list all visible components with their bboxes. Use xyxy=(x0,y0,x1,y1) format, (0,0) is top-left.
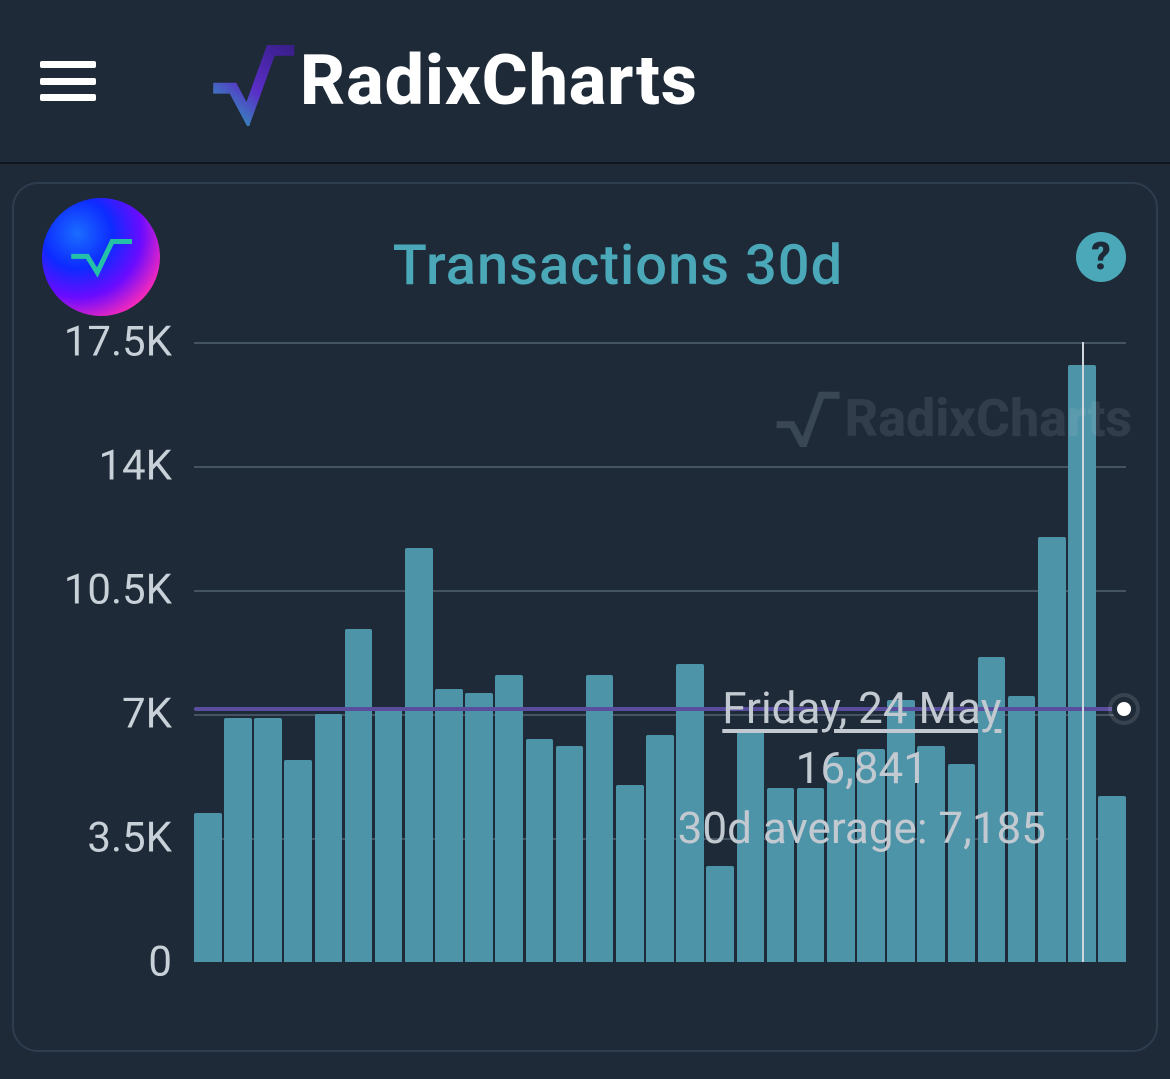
bar[interactable] xyxy=(706,866,734,962)
y-tick-label: 0 xyxy=(148,938,172,987)
bar[interactable] xyxy=(284,760,312,962)
bar[interactable] xyxy=(887,700,915,962)
bar[interactable] xyxy=(254,718,282,962)
bar[interactable] xyxy=(616,785,644,962)
bar[interactable] xyxy=(857,749,885,962)
y-axis: 03.5K7K10.5K14K17.5K xyxy=(44,342,194,962)
y-tick-label: 10.5K xyxy=(64,566,172,615)
bar[interactable] xyxy=(224,718,252,962)
y-tick-label: 7K xyxy=(122,690,172,739)
bar[interactable] xyxy=(917,746,945,962)
transactions-card: Transactions 30d ? 03.5K7K10.5K14K17.5K … xyxy=(12,182,1158,1052)
bar[interactable] xyxy=(767,788,795,962)
bars xyxy=(194,342,1126,962)
bar[interactable] xyxy=(405,548,433,963)
y-tick-label: 3.5K xyxy=(87,814,172,863)
brand[interactable]: RadixCharts xyxy=(206,36,698,126)
bar[interactable] xyxy=(315,714,343,962)
bar[interactable] xyxy=(526,739,554,962)
card-header: Transactions 30d ? xyxy=(44,198,1126,326)
bar[interactable] xyxy=(827,757,855,962)
asset-badge[interactable] xyxy=(42,198,160,316)
bar[interactable] xyxy=(1098,796,1126,963)
bar[interactable] xyxy=(978,657,1006,962)
bar[interactable] xyxy=(797,788,825,962)
bar[interactable] xyxy=(495,675,523,962)
bar[interactable] xyxy=(1008,696,1036,962)
y-tick-label: 14K xyxy=(98,442,172,491)
average-marker-icon xyxy=(1112,697,1136,721)
average-line xyxy=(194,707,1126,711)
bar[interactable] xyxy=(948,764,976,962)
y-tick-label: 17.5K xyxy=(64,318,172,367)
card-title: Transactions 30d xyxy=(393,232,843,298)
bar[interactable] xyxy=(646,735,674,962)
bar[interactable] xyxy=(737,732,765,962)
help-icon[interactable]: ? xyxy=(1076,232,1126,282)
plot-area[interactable]: RadixCharts xyxy=(194,342,1126,962)
crosshair xyxy=(1082,342,1084,962)
bar[interactable] xyxy=(465,693,493,962)
bar[interactable] xyxy=(345,629,373,962)
radix-check-icon xyxy=(70,234,132,280)
bar[interactable] xyxy=(435,689,463,962)
brand-text: RadixCharts xyxy=(300,40,698,122)
bar[interactable] xyxy=(556,746,584,962)
menu-icon[interactable] xyxy=(40,61,96,101)
chart[interactable]: 03.5K7K10.5K14K17.5K RadixCharts Friday,… xyxy=(44,342,1126,982)
bar[interactable] xyxy=(194,813,222,962)
bar[interactable] xyxy=(375,707,403,962)
radix-root-icon xyxy=(206,36,296,126)
bar[interactable] xyxy=(586,675,614,962)
bar[interactable] xyxy=(1038,537,1066,962)
app-header: RadixCharts xyxy=(0,0,1170,164)
